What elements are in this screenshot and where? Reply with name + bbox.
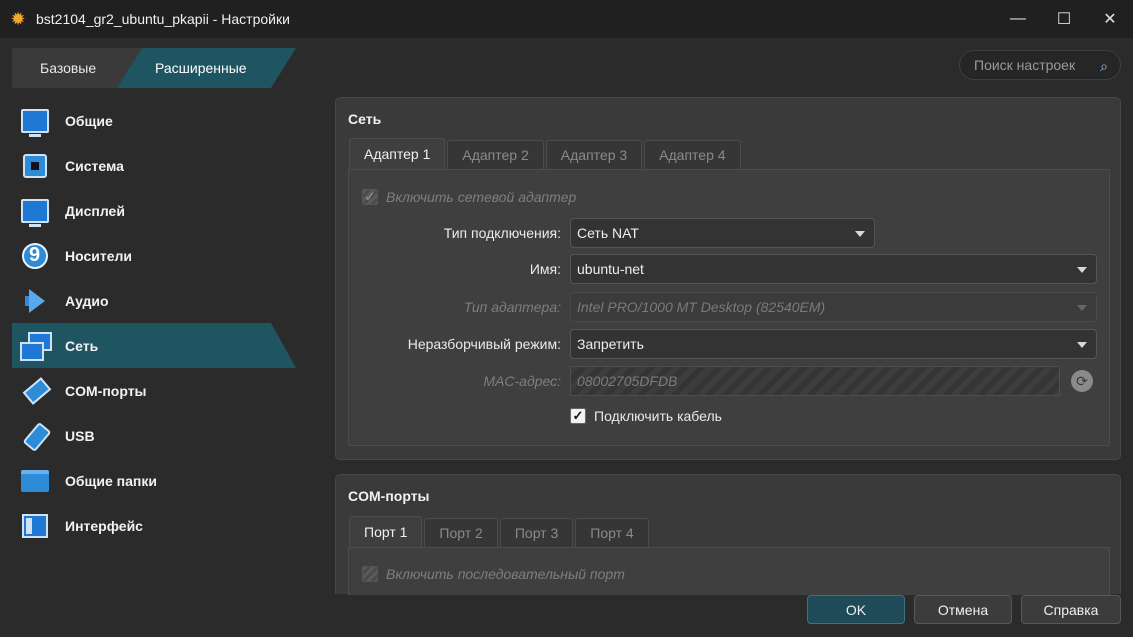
sidebar-item-label: Сеть — [65, 337, 99, 354]
adapter-tabs: Адаптер 1 Адаптер 2 Адаптер 3 Адаптер 4 — [349, 138, 743, 169]
promiscuous-select[interactable]: Запретить — [570, 329, 1097, 359]
com-section-title: COM-порты — [348, 488, 430, 504]
port-tab-body: Включить последовательный порт — [348, 547, 1110, 595]
monitor-icon — [20, 106, 50, 137]
promiscuous-label: Неразборчивый режим: — [407, 336, 561, 352]
sidebar-item-label: COM-порты — [65, 382, 147, 399]
sidebar-item-label: Аудио — [65, 292, 109, 309]
chevron-down-icon — [1077, 342, 1087, 348]
network-name-value: ubuntu-net — [577, 261, 644, 277]
chip-icon — [20, 151, 50, 181]
cable-connected-label: Подключить кабель — [594, 408, 722, 424]
tab-adapter-2[interactable]: Адаптер 2 — [447, 140, 544, 169]
close-icon[interactable]: ✕ — [1087, 0, 1133, 38]
tab-port-3[interactable]: Порт 3 — [499, 518, 574, 547]
refresh-mac-icon[interactable]: ⟳ — [1071, 370, 1093, 392]
disk-icon — [20, 241, 50, 271]
sidebar-item-audio[interactable]: Аудио — [12, 278, 296, 323]
title-bar: ✹ bst2104_gr2_ubuntu_pkapii - Настройки … — [0, 0, 1133, 38]
settings-search: ⌕ — [959, 50, 1121, 80]
tab-adapter-3[interactable]: Адаптер 3 — [545, 140, 643, 169]
com-ports-panel: COM-порты Порт 1 Порт 2 Порт 3 Порт 4 Вк… — [335, 474, 1121, 595]
mac-address-field[interactable]: 08002705DFDB — [570, 366, 1060, 396]
sidebar-item-label: Общие папки — [65, 472, 157, 489]
enable-port-label: Включить последовательный порт — [386, 566, 625, 582]
adapter-type-value: Intel PRO/1000 MT Desktop (82540EM) — [577, 299, 826, 315]
mac-address-label: MAC-адрес: — [483, 373, 561, 389]
network-panel: Сеть Адаптер 1 Адаптер 2 Адаптер 3 Адапт… — [335, 97, 1121, 460]
chevron-down-icon — [1077, 267, 1087, 273]
sidebar-item-com-ports[interactable]: COM-порты — [12, 368, 296, 413]
search-input[interactable] — [974, 57, 1092, 73]
display-icon — [20, 196, 50, 227]
ui-icon — [20, 511, 50, 541]
adapter-type-select[interactable]: Intel PRO/1000 MT Desktop (82540EM) — [570, 292, 1097, 322]
settings-sidebar: Общие Система Дисплей Носители Аудио Сет… — [12, 98, 296, 548]
cable-connected-checkbox[interactable]: ✓ Подключить кабель — [570, 408, 722, 424]
cancel-button[interactable]: Отмена — [914, 595, 1012, 624]
port-tabs: Порт 1 Порт 2 Порт 3 Порт 4 — [349, 516, 651, 547]
sidebar-item-label: Дисплей — [65, 202, 125, 219]
mode-switch: Базовые Расширенные — [12, 48, 296, 88]
network-section-title: Сеть — [348, 111, 382, 127]
search-icon[interactable]: ⌕ — [1094, 56, 1114, 76]
attached-to-label: Тип подключения: — [443, 225, 561, 241]
promiscuous-value: Запретить — [577, 336, 644, 352]
window-title: bst2104_gr2_ubuntu_pkapii - Настройки — [36, 11, 290, 27]
enable-adapter-label: Включить сетевой адаптер — [386, 189, 577, 205]
sidebar-item-label: USB — [65, 427, 95, 444]
folder-icon — [20, 466, 50, 496]
checkbox-box — [362, 566, 378, 582]
window-controls: — ☐ ✕ — [995, 0, 1133, 38]
checkbox-box: ✓ — [570, 408, 586, 424]
chevron-down-icon — [855, 231, 865, 237]
speaker-icon — [20, 286, 50, 316]
tab-port-2[interactable]: Порт 2 — [424, 518, 498, 547]
sidebar-item-shared-folders[interactable]: Общие папки — [12, 458, 296, 503]
sidebar-item-usb[interactable]: USB — [12, 413, 296, 458]
sidebar-item-general[interactable]: Общие — [12, 98, 296, 143]
enable-adapter-checkbox[interactable]: ✓ Включить сетевой адаптер — [362, 189, 576, 205]
attached-to-value: Сеть NAT — [577, 225, 639, 241]
sidebar-item-display[interactable]: Дисплей — [12, 188, 296, 233]
ok-button[interactable]: OK — [807, 595, 905, 624]
tab-adapter-4[interactable]: Адаптер 4 — [644, 140, 741, 169]
enable-port-checkbox[interactable]: Включить последовательный порт — [362, 566, 625, 582]
sidebar-item-label: Система — [65, 157, 124, 174]
mac-address-value: 08002705DFDB — [577, 373, 678, 389]
checkbox-box: ✓ — [362, 189, 378, 205]
adapter-tab-body: ✓ Включить сетевой адаптер Тип подключен… — [348, 169, 1110, 446]
mode-advanced-tab[interactable]: Расширенные — [117, 48, 296, 88]
tab-port-4[interactable]: Порт 4 — [575, 518, 649, 547]
help-button[interactable]: Справка — [1021, 595, 1121, 624]
sidebar-item-network[interactable]: Сеть — [12, 323, 296, 368]
sidebar-item-system[interactable]: Система — [12, 143, 296, 188]
minimize-icon[interactable]: — — [995, 0, 1041, 38]
attached-to-select[interactable]: Сеть NAT — [570, 218, 875, 248]
adapter-type-label: Тип адаптера: — [463, 299, 561, 315]
network-icon — [20, 331, 52, 361]
sidebar-item-label: Носители — [65, 247, 133, 264]
sidebar-item-label: Общие — [65, 112, 113, 129]
network-name-select[interactable]: ubuntu-net — [570, 254, 1097, 284]
tab-adapter-1[interactable]: Адаптер 1 — [349, 138, 446, 169]
sidebar-item-interface[interactable]: Интерфейс — [12, 503, 296, 548]
name-label: Имя: — [529, 261, 561, 277]
usb-icon — [20, 421, 50, 451]
serial-port-icon — [20, 376, 50, 406]
chevron-down-icon — [1077, 305, 1087, 311]
maximize-icon[interactable]: ☐ — [1041, 0, 1087, 38]
tab-port-1[interactable]: Порт 1 — [349, 516, 423, 547]
gear-icon: ✹ — [10, 8, 26, 29]
sidebar-item-storage[interactable]: Носители — [12, 233, 296, 278]
sidebar-item-label: Интерфейс — [65, 517, 143, 534]
